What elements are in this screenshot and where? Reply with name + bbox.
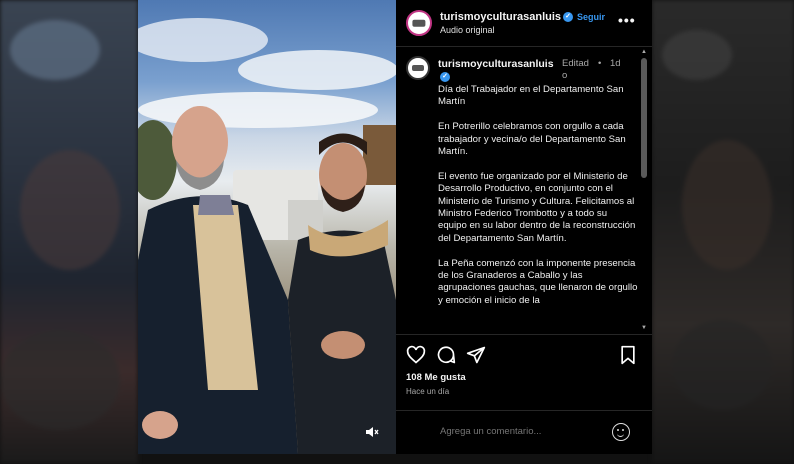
- caption-scrollbar[interactable]: ▲ ▼: [640, 48, 648, 334]
- post-sidebar: turismoyculturasanluis ✓ Seguir Audio orig…: [396, 0, 652, 454]
- caption-avatar[interactable]: [406, 56, 430, 80]
- comment-input[interactable]: [440, 426, 590, 437]
- more-options-icon[interactable]: •••: [618, 12, 636, 28]
- caption-paragraph: Día del Trabajador en el Departamento Sa…: [438, 84, 624, 108]
- caption-text: Día del Trabajador en el Departamento Sa…: [438, 84, 638, 320]
- username-link[interactable]: turismoyculturasanluis: [440, 11, 561, 23]
- scroll-thumb[interactable]: [641, 58, 647, 178]
- action-bar: [396, 334, 652, 374]
- caption-username[interactable]: turismoyculturasanluis✓: [438, 58, 556, 84]
- separator-dot: •: [598, 58, 602, 69]
- audio-label[interactable]: Audio original: [440, 25, 495, 35]
- post-time-short[interactable]: 1d: [610, 58, 621, 70]
- blurred-background-left: [0, 0, 138, 464]
- share-icon[interactable]: [466, 345, 486, 365]
- post-time-ago[interactable]: Hace un día: [406, 387, 449, 396]
- caption-paragraph: La Peña comenzó con la imponente presenc…: [438, 257, 638, 306]
- blurred-background-right: [652, 0, 794, 464]
- edited-label: Editado: [562, 58, 589, 81]
- scroll-up-icon[interactable]: ▲: [640, 48, 648, 56]
- verified-badge-icon: ✓: [563, 12, 574, 23]
- bookmark-icon[interactable]: [618, 345, 638, 365]
- heart-icon[interactable]: [406, 345, 426, 365]
- avatar[interactable]: [406, 10, 432, 36]
- caption-paragraph: En Potrerillo celebramos con orgullo a c…: [438, 121, 626, 158]
- post-video[interactable]: [138, 0, 396, 454]
- comment-icon[interactable]: [436, 345, 456, 365]
- scroll-down-icon[interactable]: ▼: [640, 324, 648, 332]
- emoji-icon[interactable]: [612, 423, 630, 441]
- likes-count[interactable]: 108 Me gusta: [406, 372, 466, 383]
- post-author: turismoyculturasanluis ✓ Seguir: [440, 11, 605, 23]
- follow-button[interactable]: Seguir: [577, 12, 605, 22]
- video-frame-illustration: [138, 18, 396, 454]
- caption-paragraph: El evento fue organizado por el Minister…: [438, 170, 636, 244]
- caption-area: turismoyculturasanluis✓ Editado • 1d Día…: [396, 48, 642, 332]
- verified-badge-icon: ✓: [440, 72, 450, 83]
- comment-bar: [396, 410, 652, 454]
- post-header: turismoyculturasanluis ✓ Seguir Audio orig…: [396, 0, 652, 47]
- mute-icon[interactable]: [362, 425, 382, 445]
